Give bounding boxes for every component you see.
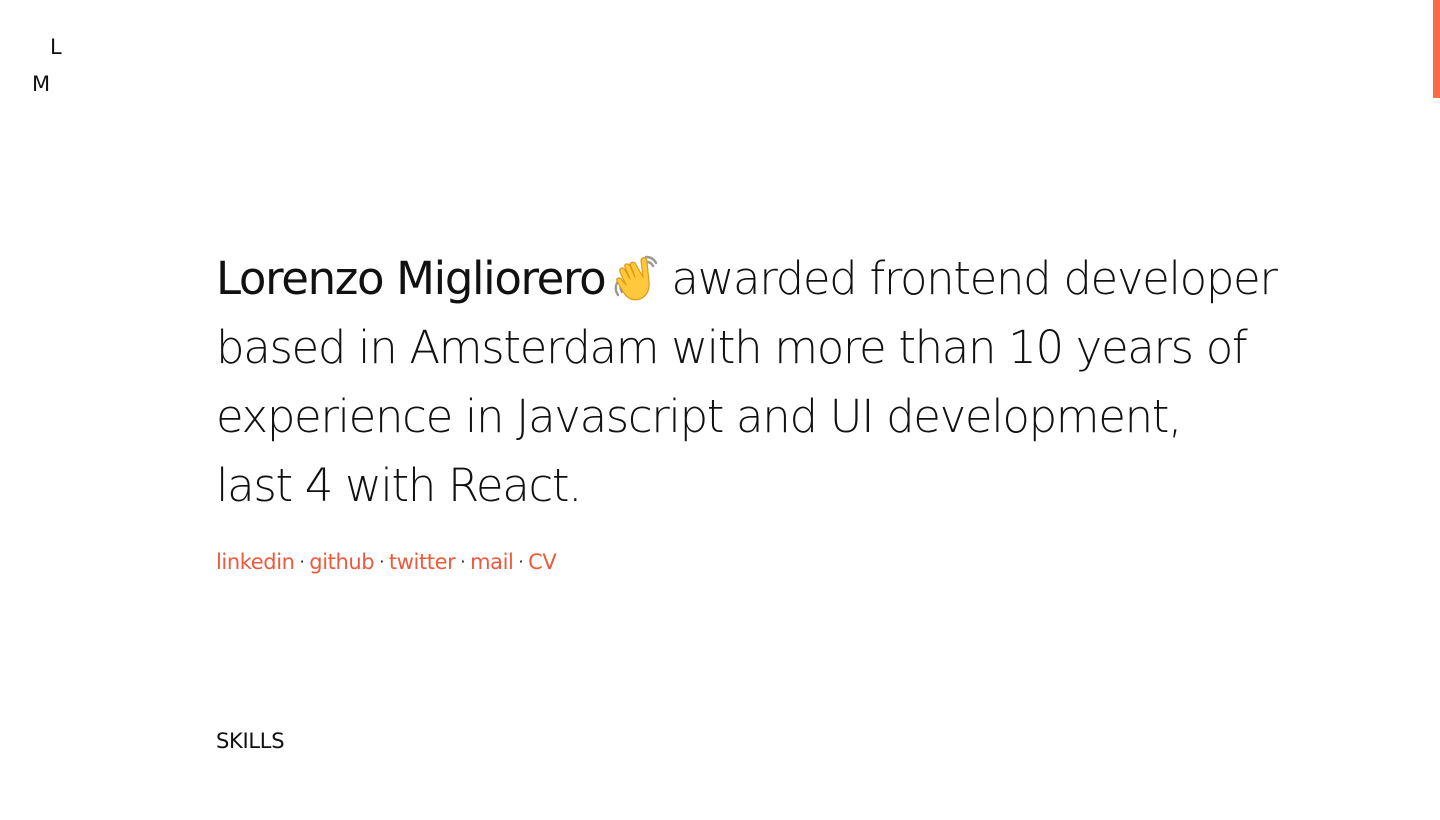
social-links: linkedin · github · twitter · mail · CV [216,547,557,577]
intro-line-4: last 4 with React. [216,459,582,512]
link-separator: · [379,552,384,571]
intro-line-1-rest: awarded frontend developer [671,252,1278,305]
mail-link[interactable]: mail [470,550,514,574]
waving-hand-icon [611,251,661,303]
developer-name: Lorenzo Migliorero [216,252,607,305]
link-separator: · [460,552,466,571]
logo-letter-m: M [32,72,51,96]
cv-link[interactable]: CV [528,550,557,574]
scroll-progress-indicator [1433,0,1440,98]
link-separator: · [299,552,305,571]
skills-section-title: SKILLS [216,729,285,753]
intro-paragraph: Lorenzo Migliorero awarded frontend deve… [216,244,1416,520]
logo-letter-l: L [50,35,62,59]
site-logo[interactable]: L M [32,37,72,101]
intro-line-2: based in Amsterdam with more than 10 yea… [216,321,1248,374]
linkedin-link[interactable]: linkedin [216,550,295,574]
link-separator: · [518,552,524,571]
github-link[interactable]: github [309,550,374,574]
twitter-link[interactable]: twitter [389,550,456,574]
intro-line-3: experience in Javascript and UI developm… [216,390,1182,443]
